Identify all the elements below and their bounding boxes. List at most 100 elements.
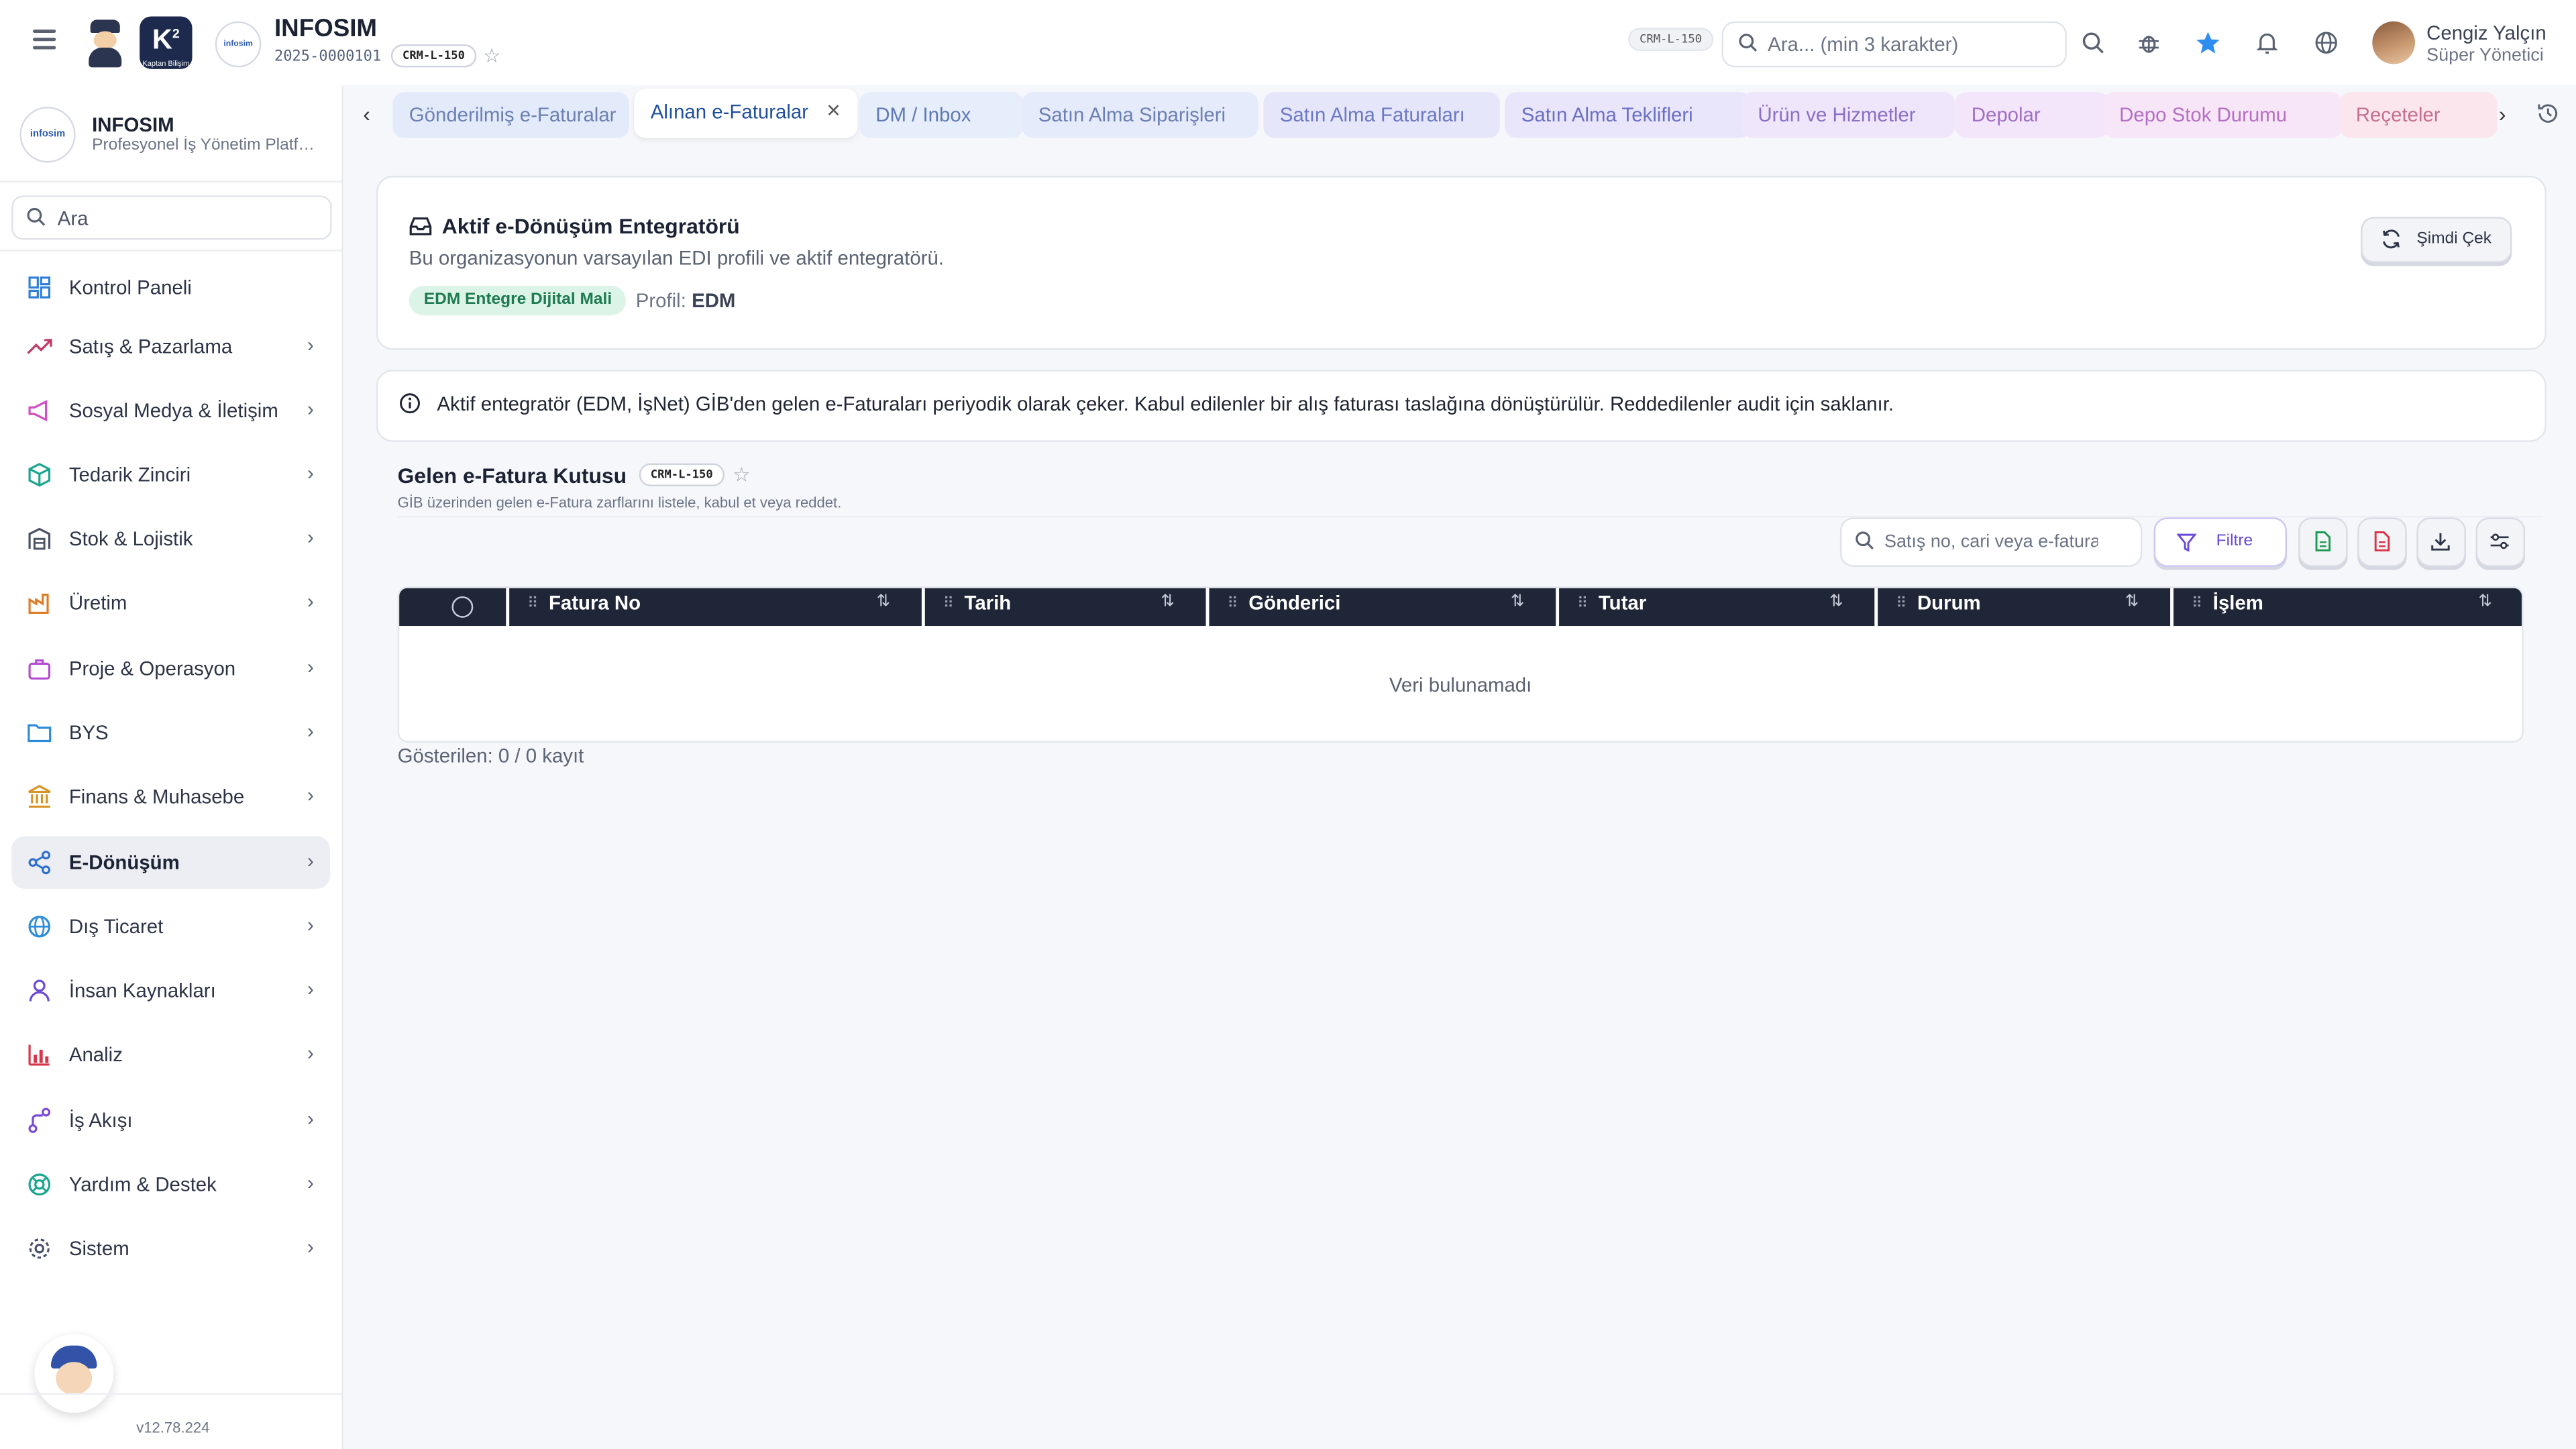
sidebar-item-label: İnsan Kaynakları bbox=[68, 979, 216, 1002]
column-tarih[interactable]: ⠿ Tarih ⇅ bbox=[925, 588, 1204, 626]
column-tutar[interactable]: ⠿ Tutar ⇅ bbox=[1559, 588, 1873, 626]
sidebar-item-label: Tedarik Zinciri bbox=[68, 463, 191, 486]
sidebar-item-yardim-destek[interactable]: Yardım & Destek › bbox=[11, 1159, 330, 1211]
drag-handle-icon[interactable]: ⠿ bbox=[527, 595, 538, 613]
sort-icon[interactable]: ⇅ bbox=[877, 593, 891, 611]
sort-icon[interactable]: ⇅ bbox=[2479, 593, 2493, 611]
sort-icon[interactable]: ⇅ bbox=[1161, 593, 1175, 611]
export-excel-button[interactable] bbox=[2298, 517, 2348, 567]
assistant-avatar[interactable] bbox=[34, 1334, 113, 1413]
star-icon[interactable]: ☆ bbox=[733, 464, 750, 486]
chevron-right-icon: › bbox=[307, 977, 314, 1001]
sidebar-item-analiz[interactable]: Analiz › bbox=[11, 1028, 330, 1081]
export-pdf-button[interactable] bbox=[2357, 517, 2407, 567]
chevron-right-icon: › bbox=[307, 462, 314, 485]
sidebar: infosim INFOSIM Profesyonel İş Yönetim P… bbox=[0, 85, 343, 1449]
app-version: v12.78.224 bbox=[136, 1419, 210, 1436]
tab-depolar[interactable]: Depolar bbox=[1955, 92, 2110, 138]
trending-up-icon bbox=[27, 339, 52, 354]
favorites-star-icon[interactable] bbox=[2195, 30, 2221, 56]
sidebar-item-tedarik-zinciri[interactable]: Tedarik Zinciri › bbox=[11, 449, 330, 501]
search-icon bbox=[27, 207, 46, 226]
workflow-icon bbox=[28, 1108, 51, 1133]
sidebar-subtitle: Profesyonel İş Yönetim Platformu bbox=[92, 136, 322, 155]
search-icon bbox=[1856, 531, 1874, 550]
tab-urun-ve-hizmetler[interactable]: Ürün ve Hizmetler bbox=[1741, 92, 1955, 138]
drag-handle-icon[interactable]: ⠿ bbox=[1577, 595, 1588, 613]
chevron-left-icon[interactable]: ‹ bbox=[363, 102, 370, 127]
tab-depo-stok-durumu[interactable]: Depo Stok Durumu bbox=[2102, 92, 2343, 138]
bug-icon[interactable] bbox=[2136, 30, 2162, 56]
sidebar-item-sosyal-medya[interactable]: Sosyal Medya & İletişim › bbox=[11, 384, 330, 437]
pull-now-button[interactable]: Şimdi Çek bbox=[2361, 217, 2512, 263]
bell-icon[interactable] bbox=[2254, 30, 2280, 56]
info-text: Aktif entegratör (EDM, İşNet) GİB'den ge… bbox=[437, 392, 1894, 416]
drag-handle-icon[interactable]: ⠿ bbox=[1227, 595, 1238, 613]
info-banner: Aktif entegratör (EDM, İşNet) GİB'den ge… bbox=[376, 370, 2546, 442]
sidebar-logo: infosim bbox=[19, 107, 76, 163]
user-avatar[interactable] bbox=[2372, 21, 2415, 64]
tab-alinan-e-faturalar[interactable]: Alınan e-Faturalar ✕ bbox=[634, 89, 858, 138]
gear-icon bbox=[29, 1238, 50, 1259]
drag-handle-icon[interactable]: ⠿ bbox=[2192, 595, 2202, 613]
sidebar-item-uretim[interactable]: Üretim › bbox=[11, 577, 330, 629]
info-icon bbox=[400, 393, 420, 414]
sort-icon[interactable]: ⇅ bbox=[1829, 593, 1843, 611]
chevron-right-icon: › bbox=[307, 655, 314, 679]
chevron-right-icon: › bbox=[307, 1235, 314, 1258]
integrator-title: Aktif e-Dönüşüm Entegratörü bbox=[441, 213, 740, 239]
filter-button[interactable]: Filtre bbox=[2153, 517, 2287, 567]
column-islem[interactable]: ⠿ İşlem ⇅ bbox=[2174, 588, 2522, 626]
sidebar-item-kontrol-paneli[interactable]: Kontrol Paneli bbox=[11, 261, 330, 313]
sort-icon[interactable]: ⇅ bbox=[1511, 593, 1525, 611]
select-all-checkbox[interactable] bbox=[451, 596, 474, 618]
search-icon[interactable] bbox=[2080, 30, 2106, 56]
sidebar-item-label: Proje & Operasyon bbox=[68, 657, 236, 680]
close-icon[interactable]: ✕ bbox=[826, 89, 841, 135]
page-code-chip: CRM-L-150 bbox=[1627, 28, 1714, 51]
package-icon bbox=[28, 463, 51, 487]
sidebar-item-satis-pazarlama[interactable]: Satış & Pazarlama › bbox=[11, 321, 330, 373]
globe-icon[interactable] bbox=[2313, 30, 2339, 56]
record-count: Gösterilen: 0 / 0 kayıt bbox=[397, 744, 584, 767]
sort-icon[interactable]: ⇅ bbox=[2125, 593, 2139, 611]
bar-chart-icon bbox=[28, 1044, 50, 1066]
download-button[interactable] bbox=[2416, 517, 2466, 567]
star-icon[interactable]: ☆ bbox=[483, 44, 500, 67]
tab-satin-alma-siparisleri[interactable]: Satın Alma Siparişleri bbox=[1022, 92, 1258, 138]
sidebar-item-e-donusum[interactable]: E-Dönüşüm › bbox=[11, 836, 331, 889]
user-icon bbox=[29, 979, 50, 1002]
global-search-input[interactable]: Ara... (min 3 karakter) bbox=[1721, 21, 2067, 68]
sidebar-item-insan-kaynaklari[interactable]: İnsan Kaynakları › bbox=[11, 965, 330, 1017]
menu-icon[interactable] bbox=[32, 30, 56, 50]
history-icon[interactable] bbox=[2536, 102, 2559, 125]
column-fatura-no[interactable]: ⠿ Fatura No ⇅ bbox=[509, 588, 920, 626]
tab-satin-alma-teklifleri[interactable]: Satın Alma Teklifleri bbox=[1505, 92, 1752, 138]
sidebar-search-input[interactable]: Ara bbox=[11, 195, 332, 240]
tab-dm-inbox[interactable]: DM / Inbox bbox=[859, 92, 1024, 138]
chevron-right-icon: › bbox=[307, 719, 314, 743]
captain-logo bbox=[82, 16, 129, 69]
chevron-right-icon: › bbox=[307, 1041, 314, 1065]
tab-receteler[interactable]: Reçeteler bbox=[2339, 92, 2498, 138]
sidebar-item-stok-lojistik[interactable]: Stok & Lojistik › bbox=[11, 513, 330, 565]
user-name[interactable]: Cengiz Yalçın bbox=[2426, 21, 2546, 44]
table-search-input[interactable]: Satış no, cari veya e-fatura no bbox=[1839, 517, 2143, 567]
column-durum[interactable]: ⠿ Durum ⇅ bbox=[1878, 588, 2168, 626]
chevron-right-icon: › bbox=[307, 1171, 314, 1195]
sidebar-item-finans-muhasebe[interactable]: Finans & Muhasebe › bbox=[11, 771, 330, 823]
sidebar-item-sistem[interactable]: Sistem › bbox=[11, 1222, 330, 1275]
column-gonderici[interactable]: ⠿ Gönderici ⇅ bbox=[1209, 588, 1554, 626]
sidebar-item-proje-operasyon[interactable]: Proje & Operasyon › bbox=[11, 643, 330, 695]
drag-handle-icon[interactable]: ⠿ bbox=[943, 595, 954, 613]
tab-satin-alma-faturalari[interactable]: Satın Alma Faturaları bbox=[1263, 92, 1500, 138]
tab-gonderilmis-e-faturalar[interactable]: Gönderilmiş e-Faturalar bbox=[392, 92, 629, 138]
sidebar-item-dis-ticaret[interactable]: Dış Ticaret › bbox=[11, 900, 330, 953]
sidebar-item-bys[interactable]: BYS › bbox=[11, 706, 330, 759]
drag-handle-icon[interactable]: ⠿ bbox=[1896, 595, 1907, 613]
chevron-right-icon[interactable]: › bbox=[2499, 102, 2506, 127]
section-chip: CRM-L-150 bbox=[639, 463, 724, 486]
sidebar-item-label: Yardım & Destek bbox=[68, 1173, 217, 1196]
column-settings-button[interactable] bbox=[2475, 517, 2526, 567]
sidebar-item-is-akisi[interactable]: İş Akışı › bbox=[11, 1094, 330, 1146]
